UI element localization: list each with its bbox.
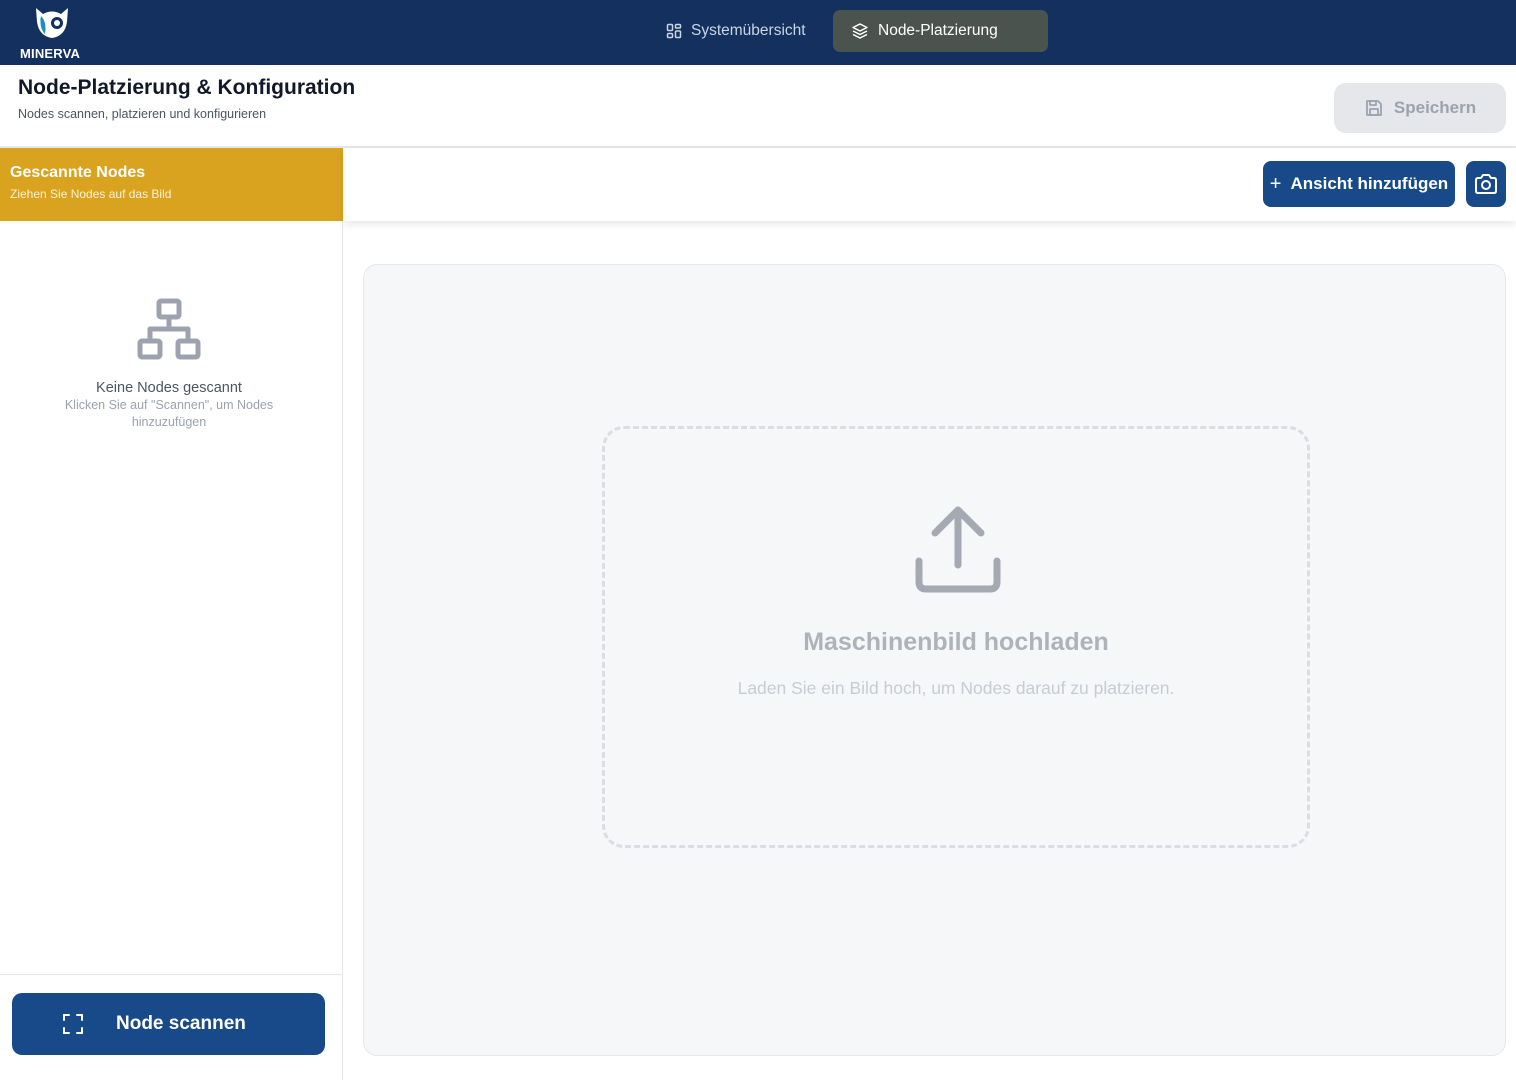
- add-view-button[interactable]: + Ansicht hinzufügen: [1263, 161, 1455, 207]
- view-toolbar: + Ansicht hinzufügen: [344, 148, 1516, 221]
- canvas-area: Maschinenbild hochladen Laden Sie ein Bi…: [344, 221, 1516, 1080]
- page-subtitle: Nodes scannen, platzieren und konfigurie…: [18, 107, 267, 121]
- upload-subtitle: Laden Sie ein Bild hoch, um Nodes darauf…: [737, 678, 1175, 698]
- layers-icon: [852, 23, 868, 39]
- sidebar-header: Gescannte Nodes Ziehen Sie Nodes auf das…: [0, 148, 343, 221]
- scan-frame-icon: [63, 1014, 83, 1034]
- save-button-label: Speichern: [1393, 98, 1477, 117]
- page-header: Node-Platzierung & Konfiguration Nodes s…: [0, 65, 1516, 148]
- tab-systemuebersicht[interactable]: Systemübersicht: [648, 10, 828, 52]
- upload-title: Maschinenbild hochladen: [803, 628, 1109, 656]
- sidebar-subtitle: Ziehen Sie Nodes auf das Bild: [10, 187, 172, 201]
- logo-text: MINERVA: [20, 46, 81, 61]
- network-icon: [137, 298, 201, 360]
- tab-label: Systemübersicht: [691, 22, 806, 39]
- scanned-nodes-sidebar: Gescannte Nodes Ziehen Sie Nodes auf das…: [0, 148, 343, 1080]
- minerva-logo[interactable]: MINERVA: [18, 4, 84, 61]
- plus-icon: +: [1269, 173, 1282, 195]
- tab-node-platzierung[interactable]: Node-Platzierung: [833, 10, 1048, 52]
- scan-node-button[interactable]: Node scannen: [12, 993, 325, 1055]
- image-upload-dropzone[interactable]: Maschinenbild hochladen Laden Sie ein Bi…: [602, 426, 1310, 848]
- save-icon: [1365, 100, 1382, 116]
- add-view-label: Ansicht hinzufügen: [1290, 174, 1449, 193]
- empty-state-title: Keine Nodes gescannt: [96, 380, 242, 396]
- camera-icon: [1475, 174, 1497, 194]
- image-canvas: Maschinenbild hochladen Laden Sie ein Bi…: [363, 264, 1506, 1056]
- sidebar-footer: Node scannen: [0, 974, 343, 1080]
- page-title: Node-Platzierung & Konfiguration: [18, 76, 356, 99]
- sidebar-title: Gescannte Nodes: [10, 164, 146, 181]
- grid-icon: [666, 23, 682, 39]
- upload-icon: [915, 506, 1001, 593]
- camera-button[interactable]: [1466, 161, 1506, 207]
- scan-button-label: Node scannen: [116, 1013, 246, 1034]
- empty-state-subtitle: Klicken Sie auf "Scannen", um Nodes hinz…: [64, 398, 274, 429]
- owl-logo-icon: [36, 8, 68, 38]
- top-navbar: MINERVA Systemübersicht Node-Platzierung: [0, 0, 1516, 65]
- save-button[interactable]: Speichern: [1334, 83, 1506, 133]
- tab-label: Node-Platzierung: [878, 22, 998, 39]
